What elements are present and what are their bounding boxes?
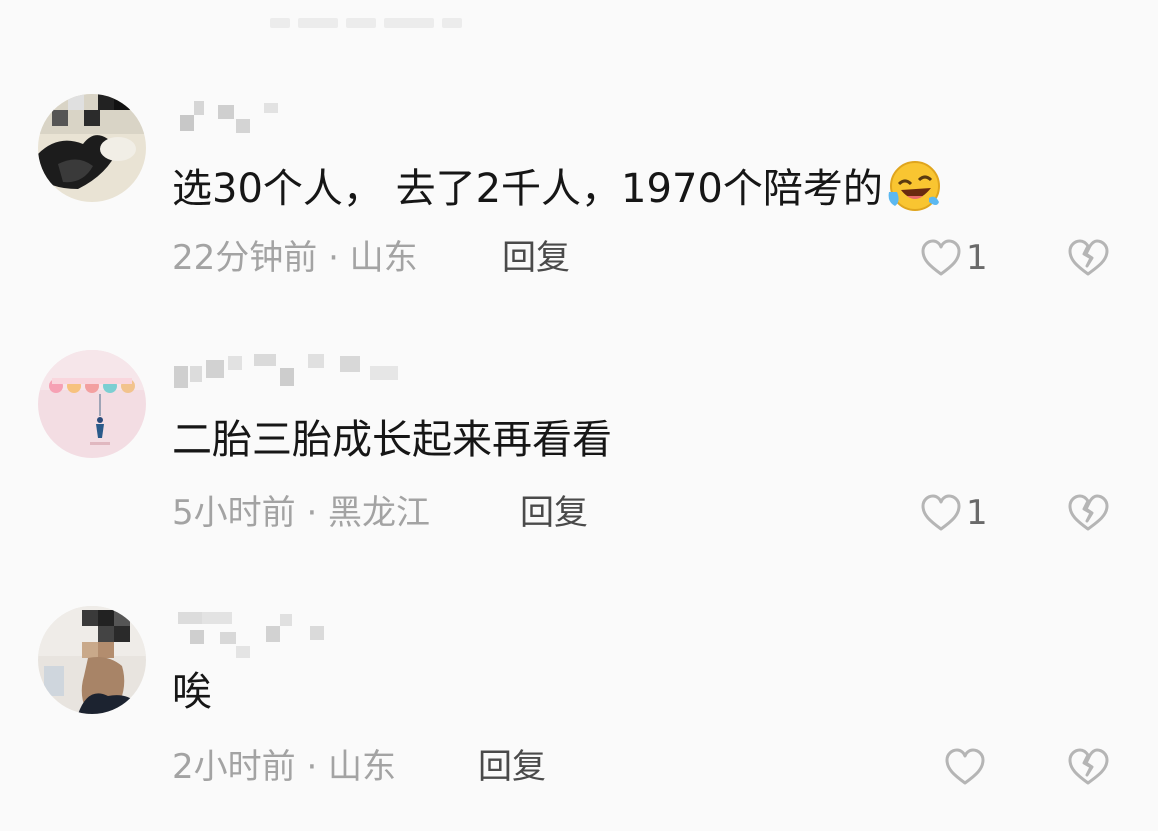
laughing-crying-emoji-icon (888, 161, 940, 211)
reply-button[interactable]: 回复 (502, 236, 570, 280)
avatar[interactable] (38, 94, 146, 202)
heart-outline-icon (945, 748, 985, 785)
reply-button[interactable]: 回复 (478, 745, 546, 789)
broken-heart-icon (1068, 239, 1109, 276)
like-button[interactable]: 1 (920, 491, 988, 535)
comment-meta: 5小时前 · 黑龙江 (172, 493, 431, 533)
comment-meta: 2小时前 · 山东 (172, 747, 397, 787)
reply-button[interactable]: 回复 (520, 491, 588, 535)
dislike-button[interactable] (1066, 236, 1110, 280)
comment-text: 选30个人， 去了2千人，1970个陪考的 (172, 158, 941, 215)
username-blurred (172, 610, 412, 658)
dislike-button[interactable] (1066, 745, 1110, 789)
broken-heart-icon (1068, 748, 1109, 785)
like-count: 1 (966, 493, 988, 533)
username-blurred (172, 97, 412, 137)
comment-list: 选30个人， 去了2千人，1970个陪考的 22分钟前 · 山东 回复 1 二胎… (0, 0, 1158, 831)
comment-text: 二胎三胎成长起来再看看 (172, 417, 612, 463)
like-count: 1 (966, 238, 988, 278)
top-blurred-text (270, 18, 500, 32)
avatar[interactable] (38, 350, 146, 458)
broken-heart-icon (1068, 494, 1109, 531)
username-blurred (172, 352, 412, 392)
heart-outline-icon (921, 239, 961, 276)
like-button[interactable]: 1 (920, 236, 988, 280)
like-button[interactable] (944, 745, 986, 789)
heart-outline-icon (921, 494, 961, 531)
comment-text: 唉 (172, 669, 212, 715)
comment-meta: 22分钟前 · 山东 (172, 238, 418, 278)
avatar[interactable] (38, 606, 146, 714)
dislike-button[interactable] (1066, 491, 1110, 535)
